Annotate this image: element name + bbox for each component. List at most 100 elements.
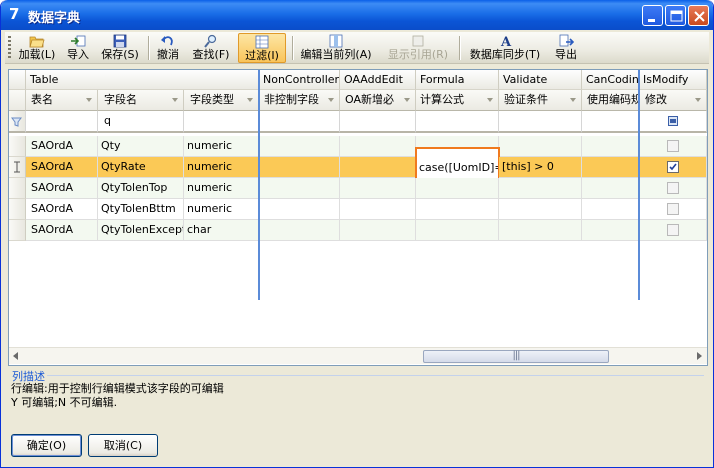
row-selector[interactable] xyxy=(9,178,26,199)
scroll-right-icon[interactable] xyxy=(697,352,702,360)
scrollbar-thumb[interactable]: ||| xyxy=(423,350,609,363)
cell-ismodify[interactable] xyxy=(639,199,707,220)
filter-table-name[interactable] xyxy=(26,111,98,133)
cell-validate[interactable] xyxy=(499,136,582,157)
band-ismodify[interactable]: IsModify xyxy=(639,70,707,90)
header-formula[interactable]: 计算公式 xyxy=(416,90,499,111)
cell-noncontroller[interactable] xyxy=(259,136,340,157)
cell-table-name[interactable]: SAOrdA xyxy=(26,199,98,220)
cell-noncontroller[interactable] xyxy=(259,199,340,220)
row-selector[interactable] xyxy=(9,199,26,220)
cell-oaaddedit[interactable] xyxy=(340,220,416,241)
cell-validate[interactable]: [this] > 0 xyxy=(499,157,582,178)
cell-validate[interactable] xyxy=(499,178,582,199)
header-noncontroller[interactable]: 非控制字段 xyxy=(259,90,340,111)
toolbar-grip[interactable] xyxy=(8,36,11,60)
row-selector[interactable] xyxy=(9,136,26,157)
sort-dropdown-icon[interactable] xyxy=(86,98,92,102)
cell-cancoding[interactable] xyxy=(582,199,639,220)
sort-dropdown-icon[interactable] xyxy=(172,98,178,102)
header-table-name[interactable]: 表名 xyxy=(26,90,98,111)
filter-checkbox-icon[interactable] xyxy=(668,116,678,126)
sort-dropdown-icon[interactable] xyxy=(404,98,410,102)
cell-formula[interactable] xyxy=(416,178,499,199)
cell-table-name[interactable]: SAOrdA xyxy=(26,136,98,157)
band-noncontroller[interactable]: NonController xyxy=(259,70,340,90)
cell-field-name[interactable]: QtyRate xyxy=(98,157,184,178)
cell-oaaddedit[interactable] xyxy=(340,136,416,157)
horizontal-scrollbar[interactable]: ||| xyxy=(9,347,707,364)
cell-ismodify[interactable] xyxy=(639,136,707,157)
sort-dropdown-icon[interactable] xyxy=(487,98,493,102)
filter-field-name[interactable]: q xyxy=(98,111,184,133)
cell-ismodify[interactable] xyxy=(639,178,707,199)
cell-noncontroller[interactable] xyxy=(259,178,340,199)
filter-button[interactable]: 过滤(I) xyxy=(238,33,286,63)
close-button[interactable] xyxy=(688,5,709,26)
cell-field-type[interactable]: char xyxy=(184,220,259,241)
minimize-button[interactable] xyxy=(642,5,663,26)
sort-dropdown-icon[interactable] xyxy=(247,98,253,102)
header-oaaddedit[interactable]: OA新增必 xyxy=(340,90,416,111)
cell-field-type[interactable]: numeric xyxy=(184,136,259,157)
ismodify-checkbox[interactable] xyxy=(667,203,679,215)
sort-dropdown-icon[interactable] xyxy=(570,98,576,102)
cell-oaaddedit[interactable] xyxy=(340,157,416,178)
cell-ismodify[interactable] xyxy=(639,157,707,178)
band-validate[interactable]: Validate xyxy=(499,70,582,90)
load-button[interactable]: 加载(L) xyxy=(14,33,60,63)
cell-field-type[interactable]: numeric xyxy=(184,199,259,220)
cell-field-name[interactable]: Qty xyxy=(98,136,184,157)
cell-formula[interactable] xyxy=(416,199,499,220)
cancel-button[interactable]: 取消(C) xyxy=(88,434,158,457)
import-button[interactable]: 导入 xyxy=(63,33,93,63)
filter-ismodify[interactable] xyxy=(639,111,707,133)
row-selector[interactable] xyxy=(9,220,26,241)
save-button[interactable]: 保存(S) xyxy=(97,33,143,63)
cell-cancoding[interactable] xyxy=(582,220,639,241)
title-bar[interactable]: 7 数据字典 xyxy=(1,0,713,30)
band-oaaddedit[interactable]: OAAddEdit xyxy=(340,70,416,90)
edit-current-column-button[interactable]: 编辑当前列(A) xyxy=(297,33,375,63)
band-table[interactable]: Table xyxy=(26,70,259,90)
db-sync-button[interactable]: A 数据库同步(T) xyxy=(464,33,546,63)
scroll-left-icon[interactable] xyxy=(13,352,18,360)
cell-table-name[interactable]: SAOrdA xyxy=(26,157,98,178)
cell-validate[interactable] xyxy=(499,220,582,241)
ismodify-checkbox[interactable] xyxy=(667,182,679,194)
filter-field-type[interactable] xyxy=(184,111,259,133)
filter-noncontroller[interactable] xyxy=(259,111,340,133)
export-button[interactable]: 导出 xyxy=(551,33,581,63)
cell-ismodify[interactable] xyxy=(639,220,707,241)
cell-table-name[interactable]: SAOrdA xyxy=(26,220,98,241)
header-field-name[interactable]: 字段名 xyxy=(98,90,184,111)
header-cancoding[interactable]: 使用编码规 xyxy=(582,90,639,111)
cell-field-type[interactable]: numeric xyxy=(184,178,259,199)
data-grid[interactable]: Table NonController OAAddEdit Formula Va… xyxy=(8,69,708,366)
cell-cancoding[interactable] xyxy=(582,178,639,199)
band-formula[interactable]: Formula xyxy=(416,70,499,90)
undo-button[interactable]: 撤消 xyxy=(153,33,183,63)
cell-cancoding[interactable] xyxy=(582,157,639,178)
header-validate[interactable]: 验证条件 xyxy=(499,90,582,111)
cell-oaaddedit[interactable] xyxy=(340,199,416,220)
ok-button[interactable]: 确定(O) xyxy=(11,434,82,457)
sort-dropdown-icon[interactable] xyxy=(695,98,701,102)
show-reference-button[interactable]: 显示引用(R) xyxy=(382,33,454,63)
header-field-type[interactable]: 字段类型 xyxy=(184,90,259,111)
ismodify-checkbox[interactable] xyxy=(667,224,679,236)
maximize-button[interactable] xyxy=(665,5,686,26)
cell-table-name[interactable]: SAOrdA xyxy=(26,178,98,199)
cell-noncontroller[interactable] xyxy=(259,220,340,241)
filter-oaaddedit[interactable] xyxy=(340,111,416,133)
cell-field-name[interactable]: QtyTolenExcept xyxy=(98,220,184,241)
cell-formula[interactable] xyxy=(416,220,499,241)
sort-dropdown-icon[interactable] xyxy=(328,98,334,102)
cell-field-name[interactable]: QtyTolenTop xyxy=(98,178,184,199)
band-cancoding[interactable]: CanCoding xyxy=(582,70,639,90)
find-button[interactable]: 查找(F) xyxy=(188,33,234,63)
cell-field-type[interactable]: numeric xyxy=(184,157,259,178)
filter-cancoding[interactable] xyxy=(582,111,639,133)
ismodify-checkbox[interactable] xyxy=(667,161,679,173)
filter-formula[interactable] xyxy=(416,111,499,133)
